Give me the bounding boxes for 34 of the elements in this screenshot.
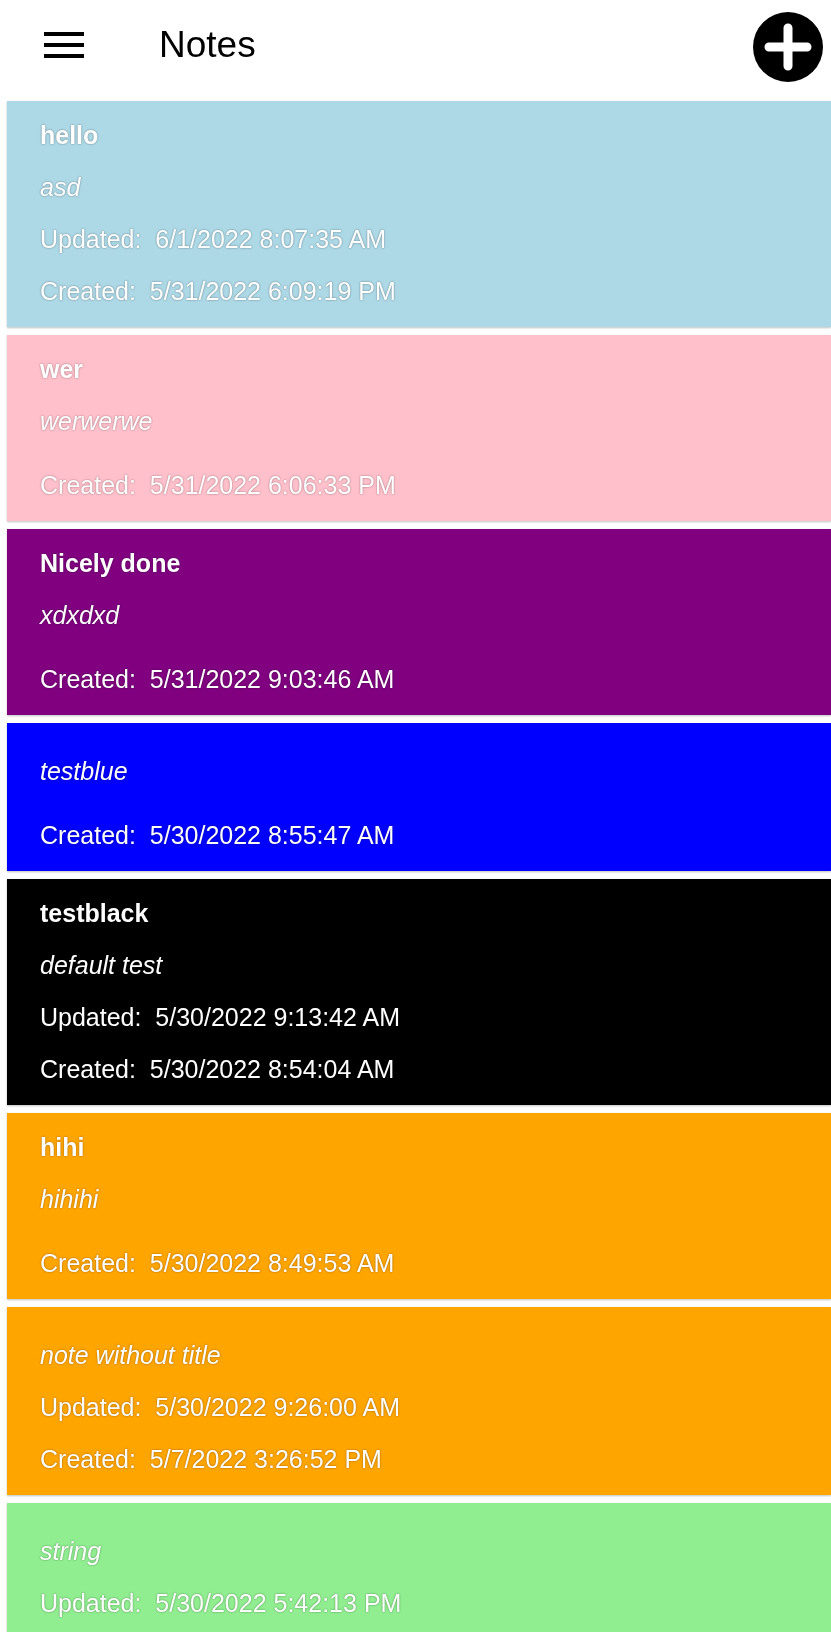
note-text: testblue <box>40 756 128 787</box>
menu-icon[interactable] <box>44 31 84 58</box>
note-title: hihi <box>40 1132 85 1163</box>
note-title: hello <box>40 120 99 151</box>
note-title: wer <box>40 354 84 385</box>
created-date: Created: 5/30/2022 8:49:53 AM <box>40 1248 395 1279</box>
note-text: hihihi <box>40 1184 99 1215</box>
created-date: Created: 5/31/2022 9:03:46 AM <box>40 664 395 695</box>
created-date: Created: 5/30/2022 8:54:04 AM <box>40 1054 395 1085</box>
note-text: xdxdxd <box>40 600 120 631</box>
note-text: default test <box>40 950 163 981</box>
note-card[interactable]: hello asd Updated: 6/1/2022 8:07:35 AM Created: 5/31/2022 6:09:19 PM <box>7 101 831 327</box>
app-title: Notes <box>159 23 257 66</box>
note-text: asd <box>40 172 81 203</box>
note-text: note without title <box>40 1340 221 1371</box>
note-card[interactable]: hihi hihihi Created: 5/30/2022 8:49:53 AM <box>7 1113 831 1299</box>
note-card[interactable]: testblack default test Updated: 5/30/2022 9:13:42 AM Created: 5/30/2022 8:54:04 AM <box>7 879 831 1105</box>
updated-date: Updated: 5/30/2022 5:42:13 PM <box>40 1588 402 1619</box>
created-date: Created: 5/31/2022 6:09:19 PM <box>40 276 396 307</box>
updated-date: Updated: 5/30/2022 9:13:42 AM <box>40 1002 400 1033</box>
note-card[interactable]: Nicely done xdxdxd Created: 5/31/2022 9:03:46 AM <box>7 529 831 715</box>
updated-date: Updated: 6/1/2022 8:07:35 AM <box>40 224 387 255</box>
note-text: werwerwe <box>40 406 153 437</box>
add-icon[interactable] <box>753 11 823 82</box>
note-title: testblack <box>40 898 149 929</box>
note-card[interactable]: wer werwerwe Created: 5/31/2022 6:06:33 PM <box>7 335 831 521</box>
note-text: string <box>40 1536 102 1567</box>
created-date: Created: 5/30/2022 8:55:47 AM <box>40 820 395 851</box>
updated-date: Updated: 5/30/2022 9:26:00 AM <box>40 1392 400 1423</box>
created-date: Created: 5/7/2022 3:26:52 PM <box>40 1444 382 1475</box>
created-date: Created: 5/31/2022 6:06:33 PM <box>40 470 396 501</box>
note-title: Nicely done <box>40 548 181 579</box>
note-card[interactable]: string Updated: 5/30/2022 5:42:13 PM <box>7 1503 831 1632</box>
note-card[interactable]: note without title Updated: 5/30/2022 9:26:00 AM Created: 5/7/2022 3:26:52 PM <box>7 1307 831 1495</box>
